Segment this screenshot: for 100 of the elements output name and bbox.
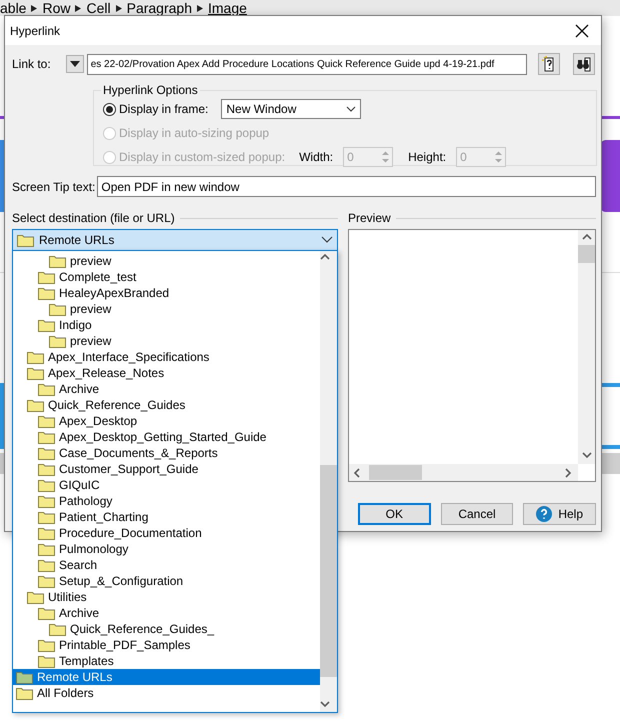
breadcrumb-item[interactable]: Paragraph	[124, 0, 194, 16]
folder-icon	[38, 574, 55, 588]
folder-icon	[38, 462, 55, 476]
folder-icon	[38, 430, 55, 444]
folder-item[interactable]: Pulmonology	[13, 541, 320, 557]
breadcrumb-item[interactable]: Cell	[84, 0, 113, 16]
radio-label: Display in frame:	[119, 102, 208, 116]
folder-item[interactable]: Case_Documents_&_Reports	[13, 445, 320, 461]
arrow-icon	[31, 4, 38, 12]
folder-item[interactable]: GIQuIC	[13, 477, 320, 493]
arrow-icon	[116, 4, 122, 12]
scroll-down-icon[interactable]	[582, 451, 592, 461]
folder-icon	[38, 446, 55, 460]
chevron-icon[interactable]	[321, 236, 333, 244]
section-label: Preview	[348, 211, 391, 225]
folder-icon	[38, 606, 55, 620]
folder-item[interactable]: Apex_Desktop_Getting_Started_Guide	[13, 429, 320, 445]
window-title: Hyperlink	[10, 24, 60, 38]
link-to-label: Link to:	[12, 57, 51, 71]
folder-icon	[38, 382, 55, 396]
dialog-button[interactable]: Cancel	[440, 503, 514, 525]
folder-icon	[38, 414, 55, 428]
folder-icon	[38, 542, 55, 556]
folder-icon	[49, 302, 66, 316]
dialog-button[interactable]: OK	[358, 503, 431, 525]
folder-item[interactable]: Utilities	[13, 589, 320, 605]
folder-icon	[17, 234, 34, 246]
folder-icon	[38, 478, 55, 492]
screen-tip-field[interactable]: Open PDF in new window	[97, 176, 596, 197]
frame-select[interactable]: New Window	[221, 99, 362, 119]
document-help-icon[interactable]	[538, 53, 560, 75]
caret-icon[interactable]	[70, 61, 80, 67]
folder-icon	[38, 526, 55, 540]
folder-item[interactable]: Remote URLs	[13, 669, 320, 685]
folder-item[interactable]: Setup_&_Configuration	[13, 573, 320, 589]
help-icon	[536, 506, 552, 522]
folder-icon	[38, 318, 55, 332]
folder-item[interactable]: Apex_Desktop	[13, 413, 320, 429]
folder-item[interactable]: Indigo	[13, 317, 320, 333]
folder-icon	[27, 366, 44, 380]
folder-item[interactable]: All Folders	[13, 685, 320, 701]
screen-tip-label: Screen Tip text:	[12, 180, 96, 194]
folder-icon	[38, 510, 55, 524]
folder-item[interactable]: Pathology	[13, 493, 320, 509]
scroll-thumb[interactable]	[578, 245, 595, 263]
folder-icon	[38, 638, 55, 652]
folder-item[interactable]: Quick_Reference_Guides_	[13, 621, 320, 637]
folder-item[interactable]: HealeyApexBranded	[13, 285, 320, 301]
size-label: Height:	[408, 150, 446, 164]
folder-icon	[49, 622, 66, 636]
breadcrumb-item[interactable]: Row	[40, 0, 72, 16]
group-title: Hyperlink Options	[102, 83, 199, 97]
link-field[interactable]: es 22-02/Provation Apex Add Procedure Locations Quick Reference Guide upd 4-19-21.pdf	[86, 54, 527, 74]
folder-item[interactable]: preview	[13, 301, 320, 317]
breadcrumb-item[interactable]: Image	[206, 0, 249, 16]
dialog-button[interactable]: Help	[523, 503, 596, 525]
radio-label: Display in auto-sizing popup	[119, 126, 270, 140]
folder-item[interactable]: Archive	[13, 605, 320, 621]
folder-icon	[16, 670, 33, 684]
section-label: Select destination (file or URL)	[12, 211, 175, 225]
binoculars-icon[interactable]	[572, 53, 595, 75]
arrow-icon	[75, 4, 82, 12]
destination-combo[interactable]: Remote URLs	[12, 229, 338, 251]
folder-item[interactable]: Printable_PDF_Samples	[13, 637, 320, 653]
scroll-down-icon[interactable]	[320, 700, 330, 710]
radio-label: Display in custom-sized popup:	[119, 150, 286, 164]
folder-icon	[27, 350, 44, 364]
folder-icon	[38, 270, 55, 284]
folder-item[interactable]: Apex_Release_Notes	[13, 365, 320, 381]
folder-icon	[38, 558, 55, 572]
folder-item[interactable]: Procedure_Documentation	[13, 525, 320, 541]
folder-item[interactable]: preview	[13, 333, 320, 349]
folder-icon	[38, 286, 55, 300]
folder-item[interactable]: Templates	[13, 653, 320, 669]
chevron-icon[interactable]	[346, 106, 356, 112]
folder-icon	[27, 398, 44, 412]
folder-icon	[49, 334, 66, 348]
folder-item[interactable]: Apex_Interface_Specifications	[13, 349, 320, 365]
scrollbar[interactable]	[349, 464, 578, 481]
folder-item[interactable]: Customer_Support_Guide	[13, 461, 320, 477]
breadcrumb-item[interactable]: able	[0, 0, 28, 16]
folder-item[interactable]: Search	[13, 557, 320, 573]
banner	[600, 140, 620, 212]
size-label: Width:	[299, 150, 334, 164]
folder-item[interactable]: preview	[13, 253, 320, 269]
scrollbar[interactable]	[578, 230, 595, 464]
scrollbar[interactable]	[320, 251, 337, 712]
folder-icon	[49, 254, 66, 268]
folder-item[interactable]: Archive	[13, 381, 320, 397]
folder-item[interactable]: Patient_Charting	[13, 509, 320, 525]
folder-item[interactable]: Complete_test	[13, 269, 320, 285]
close-icon[interactable]	[575, 24, 589, 38]
radio-button[interactable]	[103, 102, 116, 116]
dropdown-button[interactable]	[66, 55, 84, 73]
folder-icon	[27, 590, 44, 604]
scroll-right-icon[interactable]	[564, 468, 574, 478]
folder-item[interactable]: Quick_Reference_Guides	[13, 397, 320, 413]
scroll-thumb[interactable]	[320, 465, 337, 677]
folder-icon	[38, 494, 55, 508]
scroll-thumb[interactable]	[369, 465, 422, 480]
